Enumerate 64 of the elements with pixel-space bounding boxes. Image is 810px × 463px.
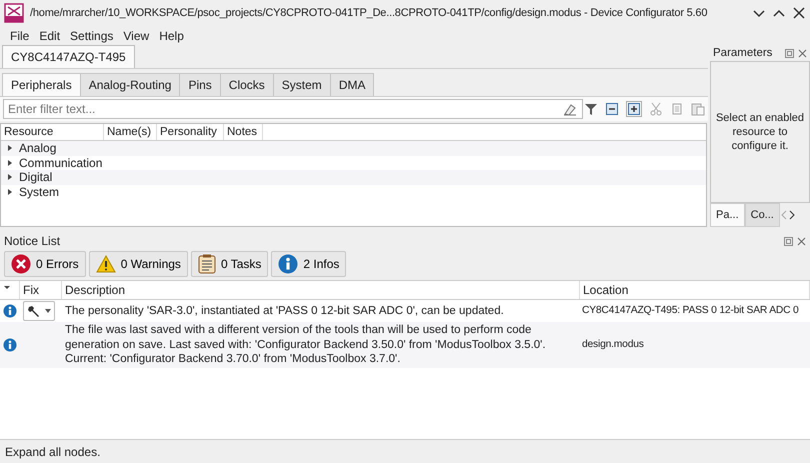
info-icon	[3, 338, 17, 352]
panel-title: Notice List	[4, 234, 62, 248]
tab[interactable]: Co...	[744, 203, 780, 227]
collapsed-caret-icon[interactable]	[7, 188, 13, 195]
close-icon[interactable]	[797, 236, 806, 246]
column-header[interactable]: Notes	[224, 124, 263, 140]
tab[interactable]: Clocks	[220, 73, 274, 96]
collapsed-caret-icon[interactable]	[7, 160, 13, 166]
filter-button[interactable]: 2 Infos	[271, 251, 346, 277]
float-icon[interactable]	[785, 48, 794, 58]
tab[interactable]: System	[272, 73, 331, 96]
menu-item[interactable]: File	[5, 28, 34, 42]
collapse-all-icon[interactable]	[605, 102, 619, 116]
column-header[interactable]: Personality	[157, 124, 224, 140]
menu-item[interactable]: View	[118, 28, 154, 42]
tab[interactable]: Pa...	[710, 203, 745, 227]
float-icon[interactable]	[784, 236, 793, 246]
menu-item[interactable]: Settings	[65, 28, 118, 42]
menu-item[interactable]: Edit	[34, 28, 66, 42]
placeholder-message: Select an enabled resource to configure it.	[714, 111, 806, 153]
column-header[interactable]: Name(s)	[104, 124, 157, 140]
notice-description: The file was last saved with a different version of the tools than will be used to perform code generation on save. Last saved with: 'Configurator Backend 3.50.0' from 'ModusToolbox 3.5.0'. Current: 'Configurator Backend 3.70.0' from 'ModusToolbox 3.7.0'.	[65, 323, 547, 366]
column-header[interactable]: Location	[580, 281, 810, 299]
tree-item[interactable]: Analog	[19, 141, 56, 156]
task-list-icon	[198, 254, 216, 274]
caret-down-icon	[45, 309, 51, 313]
app-logo-icon	[4, 3, 24, 23]
notice-description: The personality 'SAR-3.0', instantiated at 'PASS 0 12-bit SAR ADC 0', can be updated.	[65, 304, 504, 318]
tab[interactable]: Pins	[179, 73, 221, 96]
close-icon[interactable]	[798, 48, 807, 58]
warning-icon	[96, 255, 116, 273]
filter-button[interactable]: 0 Errors	[4, 251, 86, 277]
filter-field[interactable]: Enter filter text...	[3, 99, 583, 119]
notice-location: design.modus	[582, 338, 644, 352]
notice-location: CY8C4147AZQ-T495: PASS 0 12-bit SAR ADC 0	[582, 304, 799, 318]
fix-button[interactable]	[23, 301, 55, 321]
caret-down-icon[interactable]	[3, 283, 11, 291]
status-text: Expand all nodes.	[5, 444, 100, 458]
window-title: /home/mrarcher/10_WORKSPACE/psoc_projects/CY8CPROTO-041TP_De...8CPROTO-041TP/config/design.modus - Device Configurator 5.60	[30, 7, 708, 19]
tree-item[interactable]: Communication	[19, 156, 102, 170]
filter-button[interactable]: 0 Warnings	[88, 251, 188, 277]
expand-all-icon[interactable]	[626, 101, 642, 117]
device-tab[interactable]: CY8C4147AZQ-T495	[2, 45, 135, 68]
column-header[interactable]: Resource	[1, 124, 104, 140]
tab[interactable]: Peripherals	[2, 73, 81, 96]
tree-item[interactable]: System	[19, 184, 60, 199]
column-header[interactable]: Fix	[20, 281, 62, 299]
info-icon	[3, 304, 17, 318]
menu-item[interactable]: Help	[154, 28, 189, 42]
tab[interactable]: DMA	[330, 73, 374, 96]
error-icon	[11, 254, 31, 274]
notice-row[interactable]	[0, 322, 810, 368]
column-header[interactable]: Description	[62, 281, 580, 299]
collapsed-caret-icon[interactable]	[7, 145, 13, 152]
filter-icon[interactable]	[584, 102, 598, 116]
wrench-icon	[27, 304, 41, 318]
tree-item[interactable]: Digital	[19, 170, 52, 184]
scroll-right-icon[interactable]	[788, 209, 796, 221]
collapsed-caret-icon[interactable]	[7, 174, 13, 180]
filter-button[interactable]: 0 Tasks	[190, 251, 268, 277]
info-icon	[278, 254, 298, 274]
panel-title: Parameters	[713, 47, 774, 59]
close-icon[interactable]	[792, 6, 806, 20]
tab[interactable]: Analog-Routing	[80, 73, 180, 96]
